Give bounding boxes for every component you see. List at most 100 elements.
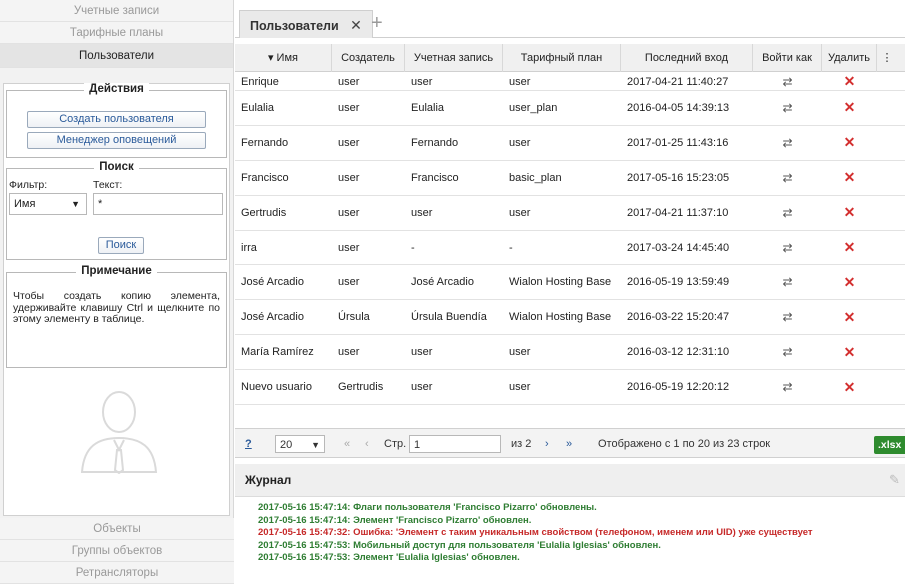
login-as-icon[interactable]: ⇄ — [753, 73, 822, 90]
cell-creator: user — [338, 241, 360, 254]
login-as-icon[interactable]: ⇄ — [753, 335, 822, 369]
cell-plan: Wialon Hosting Base — [509, 276, 612, 289]
cell-creator: Gertrudis — [338, 381, 384, 394]
nav-unit-groups[interactable]: Группы объектов — [0, 540, 234, 562]
filter-label: Фильтр: — [9, 179, 48, 191]
table-row[interactable]: irra user - - 2017-03-24 14:45:40 ⇄ ✕ — [235, 231, 905, 266]
cell-last-login: 2016-05-19 13:59:49 — [627, 276, 730, 289]
nav-billing-plans[interactable]: Тарифные планы — [0, 22, 233, 44]
notification-manager-button[interactable]: Менеджер оповещений — [27, 132, 206, 149]
note-text: Чтобы создать копию элемента, удерживайт… — [13, 290, 220, 325]
table-row[interactable]: Enrique user user user 2017-04-21 11:40:… — [235, 73, 905, 91]
table-row[interactable]: Fernando user Fernando user 2017-01-25 1… — [235, 126, 905, 161]
cell-last-login: 2016-04-05 14:39:13 — [627, 101, 730, 114]
cell-creator: user — [338, 346, 360, 359]
log-entry: 2017-05-16 15:47:14: Флаги пользователя … — [258, 502, 597, 513]
cell-account: - — [411, 241, 415, 254]
rows-per-page-select[interactable]: 20 ▼ — [275, 435, 325, 453]
delete-icon[interactable]: ✕ — [822, 265, 877, 299]
cell-name: Fernando — [241, 136, 289, 149]
first-page-icon[interactable]: « — [344, 435, 350, 453]
cell-account: user — [411, 206, 433, 219]
cell-last-login: 2017-03-24 14:45:40 — [627, 241, 730, 254]
delete-icon[interactable]: ✕ — [822, 231, 877, 265]
cell-last-login: 2017-05-16 15:23:05 — [627, 171, 730, 184]
search-button[interactable]: Поиск — [98, 237, 144, 254]
cell-creator: user — [338, 206, 360, 219]
cell-name: irra — [241, 241, 257, 254]
last-page-icon[interactable]: » — [566, 435, 572, 453]
column-login-as-header[interactable]: Войти как — [753, 44, 822, 72]
cell-plan: user — [509, 381, 531, 394]
cell-creator: Úrsula — [338, 311, 370, 324]
column-plan-header[interactable]: Тарифный план — [503, 44, 621, 72]
login-as-icon[interactable]: ⇄ — [753, 265, 822, 299]
nav-units[interactable]: Объекты — [0, 518, 234, 540]
table-row[interactable]: Nuevo usuario Gertrudis user user 2016-0… — [235, 370, 905, 406]
cell-last-login: 2017-01-25 11:43:16 — [627, 136, 729, 149]
eraser-icon[interactable]: ✎ — [889, 472, 900, 488]
login-as-icon[interactable]: ⇄ — [753, 196, 822, 230]
pagination-bar: ? 20 ▼ « ‹ Стр. 1 из 2 › » Отображено с … — [235, 428, 905, 458]
sidebar: Учетные записи Тарифные планы Пользовате… — [0, 0, 234, 584]
delete-icon[interactable]: ✕ — [822, 300, 877, 334]
delete-icon[interactable]: ✕ — [822, 196, 877, 230]
log-body: 2017-05-16 15:47:14: Флаги пользователя … — [235, 499, 905, 584]
tab-users[interactable]: Пользователи ✕ — [239, 10, 373, 38]
cell-last-login: 2017-04-21 11:40:27 — [627, 75, 729, 88]
column-delete-header[interactable]: Удалить — [822, 44, 877, 72]
tab-bar: Пользователи ✕ + — [235, 0, 905, 38]
table-row[interactable]: Francisco user Francisco basic_plan 2017… — [235, 161, 905, 196]
column-creator-header[interactable]: Создатель — [332, 44, 405, 72]
login-as-icon[interactable]: ⇄ — [753, 370, 822, 404]
column-name-header[interactable]: ▾ Имя — [235, 44, 332, 72]
cell-plan: Wialon Hosting Base — [509, 311, 612, 324]
table-row[interactable]: María Ramírez user user user 2016-03-12 … — [235, 335, 905, 371]
next-page-icon[interactable]: › — [545, 435, 549, 453]
filter-select[interactable]: Имя ▼ — [9, 193, 87, 215]
delete-icon[interactable]: ✕ — [822, 370, 877, 404]
user-placeholder-icon — [78, 384, 160, 477]
nav-accounts[interactable]: Учетные записи — [0, 0, 233, 22]
cell-account: user — [411, 346, 433, 359]
page-number-input[interactable]: 1 — [409, 435, 501, 453]
table-row[interactable]: Gertrudis user user user 2017-04-21 11:3… — [235, 196, 905, 231]
rows-per-page-value: 20 — [280, 439, 293, 451]
delete-icon[interactable]: ✕ — [822, 161, 877, 195]
login-as-icon[interactable]: ⇄ — [753, 126, 822, 160]
help-icon[interactable]: ? — [245, 435, 252, 453]
table-row[interactable]: Eulalia user Eulalia user_plan 2016-04-0… — [235, 91, 905, 126]
cell-account: Francisco — [411, 171, 459, 184]
close-icon[interactable]: ✕ — [350, 17, 362, 33]
nav-users[interactable]: Пользователи — [0, 44, 233, 68]
add-tab-icon[interactable]: + — [371, 13, 383, 33]
table-row[interactable]: José Arcadio user José Arcadio Wialon Ho… — [235, 265, 905, 301]
rows-summary: Отображено с 1 по 20 из 23 строк — [598, 438, 771, 450]
export-xlsx-button[interactable]: .xlsx — [874, 436, 905, 454]
column-account-header[interactable]: Учетная запись — [405, 44, 503, 72]
table-body: Enrique user user user 2017-04-21 11:40:… — [235, 73, 905, 406]
delete-icon[interactable]: ✕ — [822, 126, 877, 160]
search-text-input[interactable]: * — [93, 193, 223, 215]
log-entry: 2017-05-16 15:47:53: Мобильный доступ дл… — [258, 539, 661, 551]
cell-name: José Arcadio — [241, 311, 304, 324]
note-group: Примечание Чтобы создать копию элемента,… — [6, 265, 227, 368]
login-as-icon[interactable]: ⇄ — [753, 91, 822, 125]
login-as-icon[interactable]: ⇄ — [753, 300, 822, 334]
delete-icon[interactable]: ✕ — [822, 91, 877, 125]
column-last-login-header[interactable]: Последний вход — [621, 44, 753, 72]
create-user-button[interactable]: Создать пользователя — [27, 111, 206, 128]
login-as-icon[interactable]: ⇄ — [753, 161, 822, 195]
cell-creator: user — [338, 136, 360, 149]
nav-retranslators[interactable]: Ретрансляторы — [0, 562, 234, 584]
delete-icon[interactable]: ✕ — [822, 73, 877, 90]
delete-icon[interactable]: ✕ — [822, 335, 877, 369]
cell-name: Nuevo usuario — [241, 381, 312, 394]
cell-last-login: 2016-03-12 12:31:10 — [627, 346, 730, 359]
cell-last-login: 2017-04-21 11:37:10 — [627, 206, 729, 219]
login-as-icon[interactable]: ⇄ — [753, 231, 822, 265]
column-menu-icon[interactable]: ⋮ — [877, 44, 897, 72]
prev-page-icon[interactable]: ‹ — [365, 435, 369, 453]
cell-plan: user — [509, 206, 531, 219]
table-row[interactable]: José Arcadio Úrsula Úrsula Buendía Wialo… — [235, 300, 905, 336]
